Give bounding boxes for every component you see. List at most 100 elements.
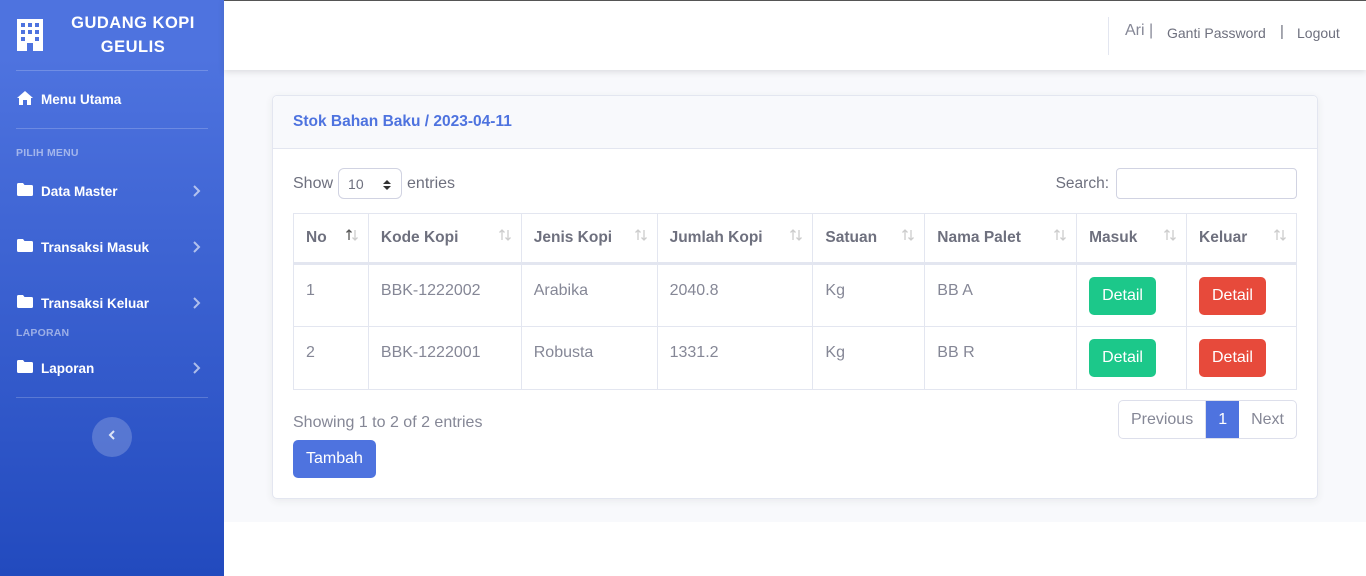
cell-jenis: Robusta [520,326,658,390]
column-header-jenis[interactable]: Jenis Kopi [520,213,658,265]
cell-no: 1 [293,263,369,327]
sort-icon [901,228,915,247]
column-header-label: Kode Kopi [380,229,459,246]
chevron-right-icon [190,184,204,198]
stock-card: Stok Bahan Baku / 2023-04-11 Show 10 ent… [272,95,1318,499]
user-name[interactable]: Ari | [1125,22,1153,40]
entries-length-control: Show 10 entries [293,168,455,199]
topbar-divider [1108,17,1109,55]
cell-keluar: Detail [1186,326,1297,390]
sidebar-item-label: Data Master [41,183,118,199]
column-header-satuan[interactable]: Satuan [812,213,926,265]
column-header-palet[interactable]: Nama Palet [924,213,1078,265]
cell-satuan: Kg [812,326,926,390]
sort-icon [1273,228,1287,247]
building-icon [16,19,44,51]
home-icon [17,91,33,108]
search-control: Search: [1056,168,1297,199]
entries-length-select[interactable]: 10 [338,168,403,199]
sidebar-item-laporan[interactable]: Laporan [0,339,224,397]
card-header: Stok Bahan Baku / 2023-04-11 [273,96,1317,149]
sidebar-item-menu-utama[interactable]: Menu Utama [0,71,224,128]
column-header-label: Masuk [1089,229,1138,246]
detail-keluar-button[interactable]: Detail [1199,339,1266,377]
folder-icon [17,295,33,311]
search-label: Search: [1055,174,1109,192]
column-header-keluar[interactable]: Keluar [1186,213,1297,265]
cell-keluar: Detail [1186,263,1297,327]
column-header-label: No [306,229,327,246]
folder-icon [17,183,33,199]
sidebar-item-transaksi-keluar[interactable]: Transaksi Keluar [0,275,224,331]
chevron-left-icon [106,428,118,446]
cell-kode: BBK-1222002 [367,263,522,327]
sidebar-item-label: Menu Utama [41,92,122,107]
cell-satuan: Kg [812,263,926,327]
table-header-row: No Kode Kopi Jenis Kopi Jumlah Kopi Satu… [293,213,1297,265]
search-input[interactable] [1116,168,1297,199]
select-arrows-icon [383,178,392,194]
cell-masuk: Detail [1076,326,1187,390]
previous-page-button[interactable]: Previous [1119,401,1207,438]
table-info: Showing 1 to 2 of 2 entries [293,414,483,431]
sidebar-heading-menu: PILIH MENU [16,147,79,159]
show-label: Show [293,174,334,192]
sort-asc-icon [345,228,359,247]
cell-kode: BBK-1222001 [367,326,522,390]
column-header-label: Keluar [1199,229,1248,246]
sidebar-toggle-button[interactable] [92,417,132,457]
brand[interactable]: GUDANG KOPI GEULIS [0,0,224,70]
pagination: Previous 1 Next [1117,400,1297,439]
sidebar-divider [16,128,208,129]
chevron-right-icon [190,296,204,310]
cell-jenis: Arabika [520,263,658,327]
column-header-jumlah[interactable]: Jumlah Kopi [656,213,814,265]
cell-masuk: Detail [1076,263,1187,327]
page-1-button[interactable]: 1 [1206,401,1240,438]
logout-link[interactable]: Logout [1297,25,1340,41]
sidebar-heading-laporan: LAPORAN [16,327,70,339]
topbar-separator: | [1280,23,1284,40]
column-header-label: Nama Palet [937,229,1021,246]
column-header-label: Satuan [825,229,878,246]
column-header-label: Jumlah Kopi [669,229,763,246]
folder-icon [17,360,33,376]
detail-keluar-button[interactable]: Detail [1199,277,1266,315]
sort-icon [1053,228,1067,247]
sidebar-item-transaksi-masuk[interactable]: Transaksi Masuk [0,219,224,275]
sidebar: GUDANG KOPI GEULIS Menu Utama PILIH MENU… [0,0,224,576]
sidebar-item-label: Transaksi Keluar [41,295,150,311]
table-row: 2 BBK-1222001 Robusta 1331.2 Kg BB R Det… [293,326,1297,390]
chevron-right-icon [190,240,204,254]
cell-palet: BB R [924,326,1078,390]
stock-table: No Kode Kopi Jenis Kopi Jumlah Kopi Satu… [293,213,1297,390]
column-header-no[interactable]: No [293,213,369,265]
cell-no: 2 [293,326,369,390]
sort-icon [634,228,648,247]
chevron-right-icon [190,361,204,375]
sidebar-divider [16,397,208,398]
sidebar-item-data-master[interactable]: Data Master [0,163,224,219]
topbar: Ari | Ganti Password | Logout [224,0,1366,70]
sort-icon [498,228,512,247]
table-row: 1 BBK-1222002 Arabika 2040.8 Kg BB A Det… [293,263,1297,327]
detail-masuk-button[interactable]: Detail [1089,277,1156,315]
cell-jumlah: 1331.2 [656,326,814,390]
brand-title: GUDANG KOPI GEULIS [58,11,208,59]
sort-icon [789,228,803,247]
add-button[interactable]: Tambah [293,440,376,478]
entries-label: entries [407,174,456,192]
column-header-masuk[interactable]: Masuk [1076,213,1187,265]
next-page-button[interactable]: Next [1239,401,1296,438]
detail-masuk-button[interactable]: Detail [1089,339,1156,377]
page-title: Stok Bahan Baku / 2023-04-11 [293,113,512,130]
brand-line1: GUDANG KOPI [71,14,195,32]
column-header-kode[interactable]: Kode Kopi [367,213,522,265]
folder-icon [17,239,33,255]
cell-palet: BB A [924,263,1078,327]
column-header-label: Jenis Kopi [533,229,613,246]
brand-line2: GEULIS [100,38,166,56]
change-password-link[interactable]: Ganti Password [1167,25,1266,41]
cell-jumlah: 2040.8 [656,263,814,327]
sidebar-item-label: Transaksi Masuk [41,239,150,255]
